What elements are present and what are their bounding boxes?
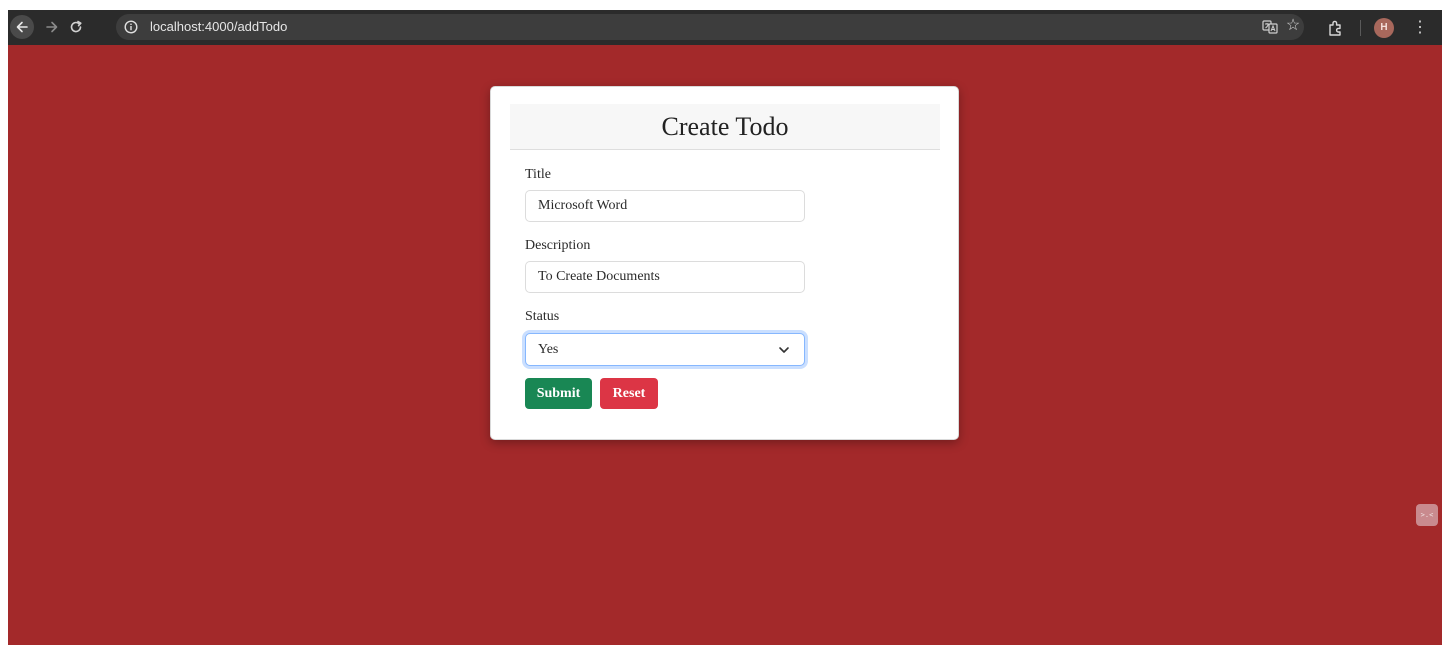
status-label: Status [525,309,560,324]
site-info-icon[interactable] [122,18,140,36]
status-selected-value: Yes [538,342,559,357]
address-bar[interactable]: localhost:4000/addTodo ☆ [116,14,1304,40]
reload-icon[interactable] [64,15,88,39]
menu-icon[interactable]: ⋮ [1410,18,1430,38]
browser-toolbar: localhost:4000/addTodo ☆ H ⋮ [8,10,1442,45]
forward-arrow-icon[interactable] [40,15,64,39]
description-label: Description [525,238,591,253]
title-input[interactable]: Microsoft Word [525,190,805,222]
translate-icon[interactable] [1262,19,1278,35]
back-arrow-icon[interactable] [10,15,34,39]
url-text[interactable]: localhost:4000/addTodo [150,20,287,34]
bookmark-star-icon[interactable]: ☆ [1284,17,1302,35]
toolbar-divider [1360,20,1361,36]
description-input[interactable]: To Create Documents [525,261,805,293]
code-brackets-icon[interactable]: >.< [1416,504,1438,526]
title-label: Title [525,167,551,182]
browser-window: localhost:4000/addTodo ☆ H ⋮ Create Todo… [8,10,1442,645]
submit-button[interactable]: Submit [525,378,592,409]
chevron-down-icon [779,347,789,353]
status-select[interactable]: Yes [525,333,805,366]
extensions-icon[interactable] [1326,18,1346,38]
page-title: Create Todo [510,104,940,150]
profile-avatar[interactable]: H [1374,18,1394,38]
reset-button[interactable]: Reset [600,378,658,409]
create-todo-card: Create Todo Title Microsoft Word Descrip… [490,86,959,440]
